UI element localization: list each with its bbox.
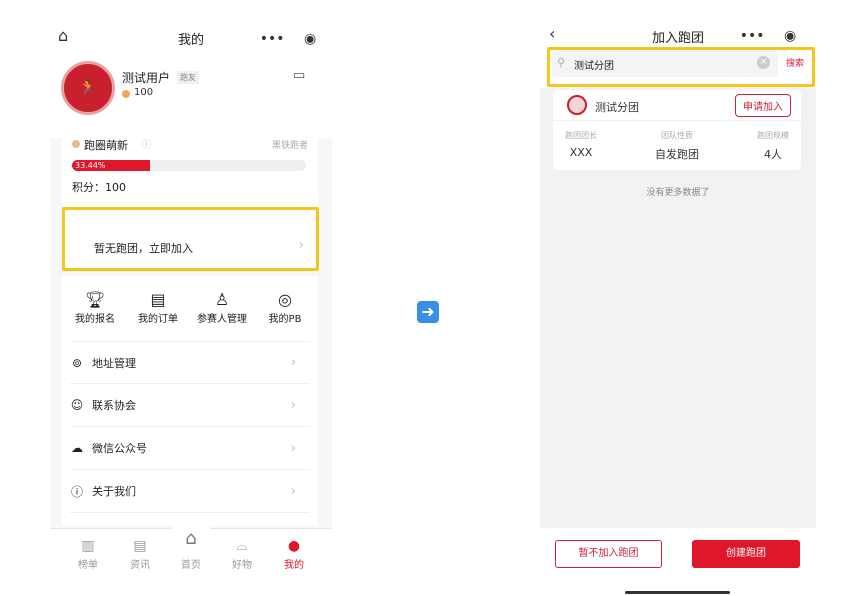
- chevron-right-icon: ›: [290, 397, 296, 413]
- field-label: 跑团团长: [565, 131, 597, 140]
- menu-item-contact[interactable]: ☺ 联系协会 ›: [70, 384, 310, 427]
- menu-label: 地址管理: [92, 356, 136, 370]
- field-value: 自发跑团: [655, 148, 699, 161]
- group-logo: [567, 95, 587, 115]
- tab-label: 榜单: [78, 560, 98, 571]
- coin-icon: [122, 90, 130, 98]
- apply-button[interactable]: 申请加入: [735, 94, 791, 117]
- trophy-icon: 🏆︎: [84, 290, 106, 309]
- location-icon: ⊚: [71, 355, 83, 370]
- tab-label: 首页: [181, 560, 201, 571]
- points: 100: [134, 87, 154, 98]
- group-name: 测试分团: [595, 101, 639, 114]
- chevron-right-icon: ›: [290, 355, 296, 370]
- level-icon: [72, 140, 80, 148]
- order-icon: ▤: [150, 290, 166, 309]
- level-card: 跑圈萌新 ⓘ 黑铁跑者 33.44% 积分：100: [62, 126, 318, 208]
- shop-icon: ⌓: [236, 538, 248, 554]
- grid-item-participants[interactable]: ♙ 参赛人管理: [192, 290, 252, 325]
- grid-label: 我的订单: [138, 314, 178, 325]
- user-name: 测试用户: [122, 71, 171, 85]
- news-icon: ▤: [133, 538, 147, 554]
- chart-icon: ▥: [81, 538, 95, 554]
- tab-goods[interactable]: ⌓ 好物: [217, 538, 267, 571]
- more-dots-icon[interactable]: •••: [740, 28, 765, 44]
- user-icon: ●: [287, 538, 301, 554]
- menu-item-about[interactable]: ⓘ 关于我们 ›: [70, 470, 310, 513]
- highlight-box: [62, 207, 319, 271]
- group-info: 跑团团长 XXX 团队性质自发跑团 跑团规模 4人: [553, 130, 801, 162]
- grid-item-registration[interactable]: 🏆︎ 我的报名: [65, 290, 125, 325]
- user-icon: ♙: [214, 290, 230, 309]
- tab-label: 我的: [284, 560, 304, 571]
- tab-ranking[interactable]: ▥ 榜单: [63, 538, 113, 571]
- skip-join-button[interactable]: 暂不加入跑团: [555, 540, 662, 568]
- more-dots-icon[interactable]: •••: [260, 31, 285, 47]
- no-more-data: 没有更多数据了: [646, 188, 710, 198]
- level-title: 跑圈萌新: [84, 139, 128, 152]
- target-icon[interactable]: ◉: [784, 28, 796, 44]
- arrow-right-icon: ➜: [417, 301, 439, 323]
- target-icon[interactable]: ◉: [304, 31, 316, 47]
- grid-label: 我的报名: [75, 314, 115, 325]
- highlight-box: [547, 47, 815, 87]
- score: 积分：100: [72, 181, 126, 194]
- chevron-right-icon: ›: [290, 483, 296, 499]
- wechat-icon: ☁: [71, 441, 83, 455]
- user-badge: 跑友: [177, 71, 199, 84]
- tab-label: 好物: [232, 560, 252, 571]
- rank-label: 黑铁跑者: [271, 141, 308, 151]
- home-icon: ⌂: [185, 528, 197, 549]
- progress-fill: 33.44%: [72, 160, 151, 171]
- menu-label: 关于我们: [92, 485, 136, 498]
- medal-icon: ◎: [278, 290, 292, 309]
- create-group-button[interactable]: 创建跑团: [692, 540, 800, 568]
- field-label: 团队性质: [661, 131, 693, 140]
- grid-label: 我的PB: [268, 314, 302, 325]
- grid-item-pb[interactable]: ◎ 我的PB: [255, 290, 315, 325]
- menu-item-wechat[interactable]: ☁ 微信公众号 ›: [70, 427, 310, 470]
- home-indicator: [625, 591, 730, 594]
- menu-label: 微信公众号: [92, 442, 147, 455]
- tab-mine[interactable]: ● 我的: [269, 538, 319, 571]
- contacts-icon: ☺: [70, 398, 84, 412]
- tab-home[interactable]: ⌂ 首页: [166, 528, 216, 571]
- progress-bar: 33.44%: [72, 160, 306, 171]
- tab-label: 资讯: [130, 560, 150, 571]
- field-value: 4人: [764, 148, 782, 161]
- info-icon[interactable]: ⓘ: [142, 137, 151, 150]
- grid-item-orders[interactable]: ▤ 我的订单: [128, 290, 188, 325]
- menu-label: 联系协会: [92, 399, 136, 412]
- avatar[interactable]: 🏃: [61, 61, 115, 115]
- menu-item-address[interactable]: ⊚ 地址管理 ›: [70, 341, 310, 384]
- field-value: XXX: [569, 146, 593, 159]
- run-group-card: 测试分团 申请加入 跑团团长 XXX 团队性质自发跑团 跑团规模 4人: [553, 90, 801, 170]
- my-page: ⌂ 我的 ••• ◉ 🏃 测试用户 跑友 100 ▭ 跑圈萌新 ⓘ 黑铁跑者 33…: [50, 18, 332, 583]
- message-icon[interactable]: ▭: [293, 68, 305, 83]
- join-run-group-page: ‹ 加入跑团 ••• ◉ ⚲ 测试分团 × 搜索 测试分团 申请加入 跑团团长 XX…: [540, 18, 816, 596]
- info-icon: ⓘ: [70, 484, 83, 499]
- field-label: 跑团规模: [757, 131, 789, 140]
- tab-news[interactable]: ▤ 资讯: [115, 538, 165, 571]
- grid-label: 参赛人管理: [197, 314, 247, 325]
- chevron-right-icon: ›: [290, 440, 296, 456]
